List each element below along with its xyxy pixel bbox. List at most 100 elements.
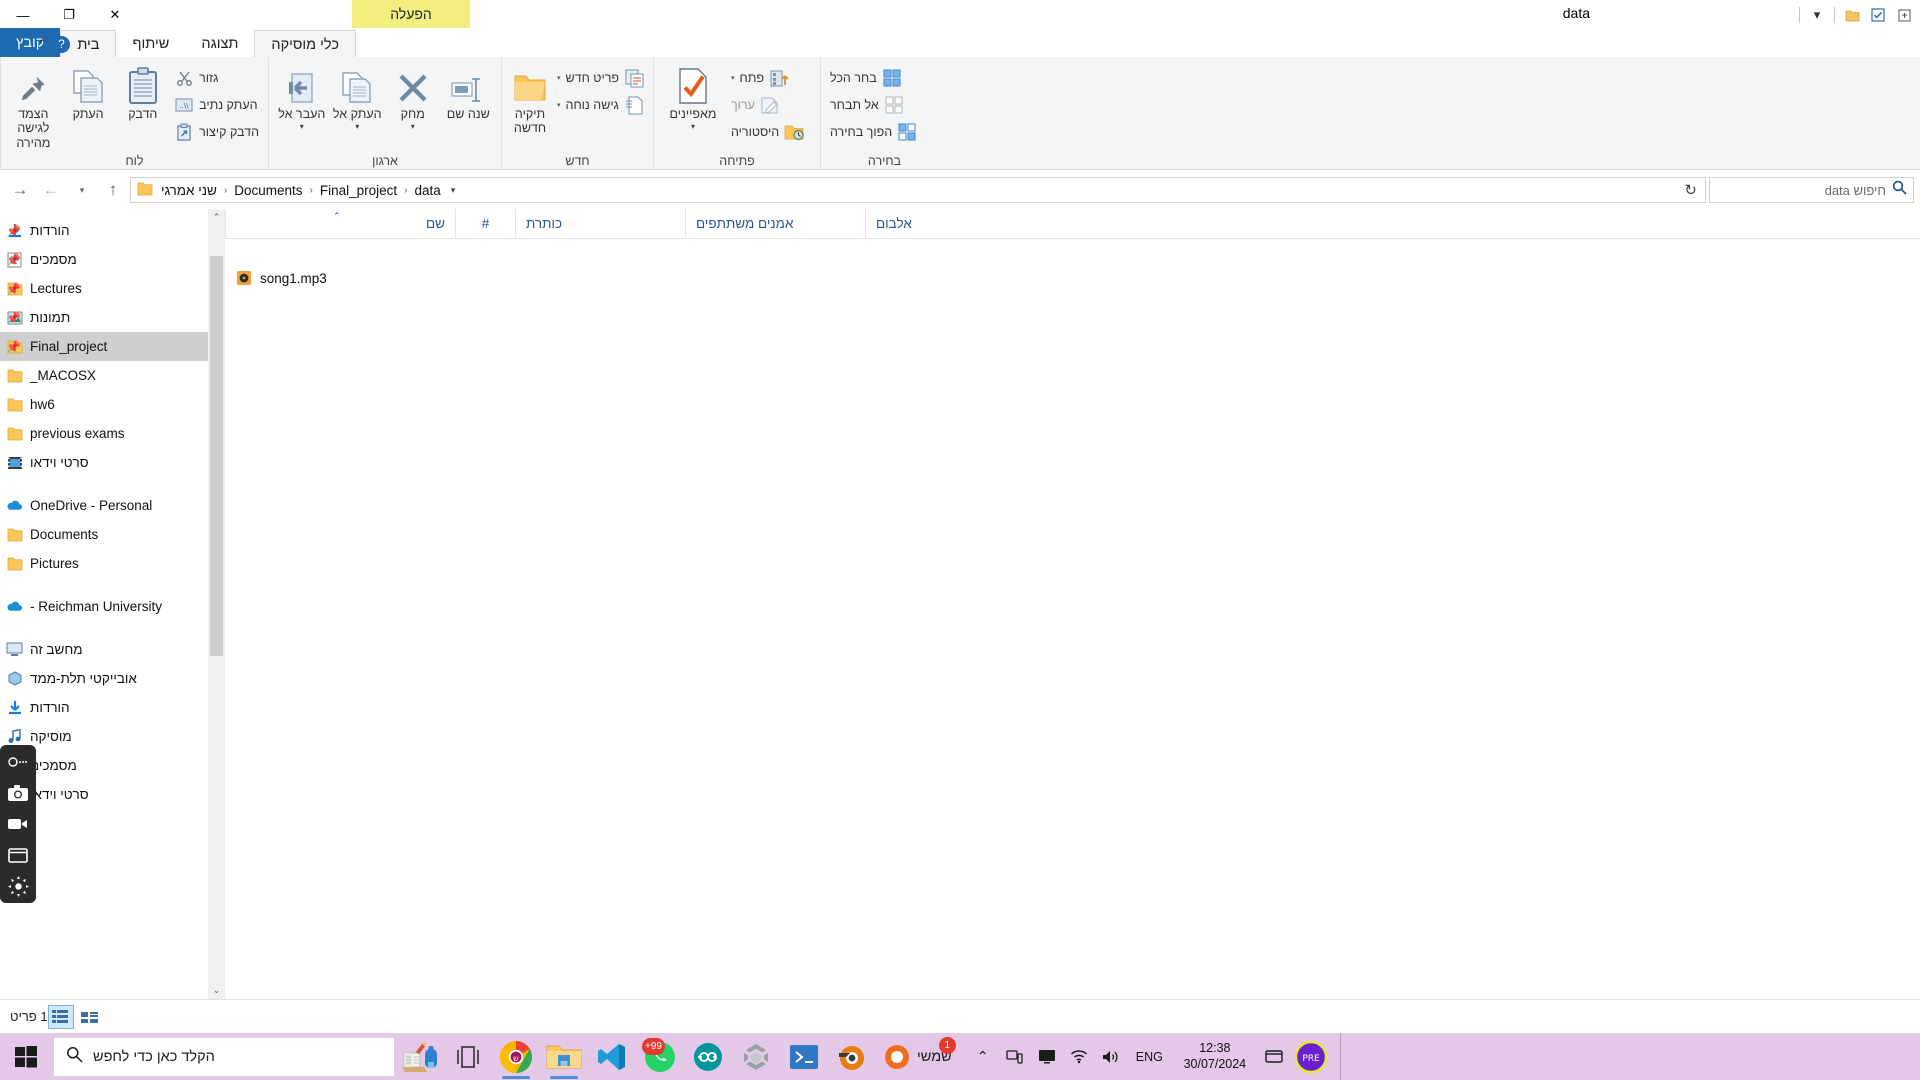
open-button[interactable]: ▾ פתח (728, 66, 807, 90)
nav-item-onedrive-reichman[interactable]: Reichman University - (0, 592, 208, 621)
pin-icon[interactable]: 📌 (6, 282, 21, 296)
cut-button[interactable]: גזור (171, 66, 262, 90)
nav-item-documents[interactable]: מסמכים 📌 (0, 245, 208, 274)
column-header-title[interactable]: כותרת (515, 208, 685, 239)
network-icon[interactable] (1064, 1033, 1094, 1080)
easy-access-caret[interactable]: ▾ (557, 101, 561, 109)
pin-icon[interactable]: 📌 (6, 311, 21, 325)
address-field[interactable]: שני אמרגי ‹ Documents ‹ Final_project ‹ … (130, 177, 1706, 203)
nav-item-downloads-pc[interactable]: הורדות (0, 693, 208, 722)
rename-button[interactable]: שנה שם (442, 61, 496, 145)
nav-item-3d-objects[interactable]: אובייקטי תלת-ממד (0, 664, 208, 693)
nav-scroll-thumb[interactable] (210, 256, 223, 656)
select-all-button[interactable]: בחר הכל (827, 66, 920, 90)
move-to-caret[interactable]: ▾ (300, 123, 304, 131)
nav-item-hw6[interactable]: hw6 (0, 390, 208, 419)
delete-button[interactable]: מחק ▾ (386, 61, 440, 145)
nav-item-videos[interactable]: סרטי וידאו (0, 448, 208, 477)
nav-item-lectures[interactable]: Lectures 📌 (0, 274, 208, 303)
camera-icon[interactable] (5, 781, 31, 805)
show-desktop-button[interactable] (1333, 1033, 1341, 1080)
start-button[interactable] (0, 1033, 52, 1080)
taskbar-item-task-view[interactable] (444, 1033, 492, 1080)
back-button[interactable]: ← (37, 177, 65, 203)
minimize-button[interactable]: — (0, 0, 46, 30)
taskbar-item-terminal[interactable] (780, 1033, 828, 1080)
paste-shortcut-button[interactable]: הדבק קיצור (171, 120, 262, 144)
taskbar-item-vscode[interactable] (588, 1033, 636, 1080)
taskbar-item-whatsapp[interactable]: 99+ (636, 1033, 684, 1080)
select-none-button[interactable]: אל תבחר (827, 93, 920, 117)
edit-button[interactable]: ערוך (728, 93, 807, 117)
record-icon[interactable] (5, 750, 31, 774)
new-item-caret[interactable]: ▾ (557, 74, 561, 82)
copy-button[interactable]: העתק (62, 61, 115, 145)
new-item-button[interactable]: ▾ פריט חדש (554, 66, 647, 90)
volume-icon[interactable] (1096, 1033, 1126, 1080)
display-icon[interactable] (1032, 1033, 1062, 1080)
qat-folder-icon[interactable] (1840, 3, 1864, 27)
breadcrumb-sep-2[interactable]: ‹ (309, 185, 314, 196)
address-dropdown-caret[interactable]: ▾ (447, 185, 460, 196)
pin-icon[interactable]: 📌 (6, 253, 21, 267)
column-header-number[interactable]: # (455, 208, 515, 239)
language-indicator[interactable]: ENG (1128, 1050, 1171, 1064)
close-button[interactable]: ✕ (92, 0, 138, 30)
navigation-scrollbar[interactable]: ⌃ ⌄ (208, 209, 225, 999)
taskbar-item-arduino[interactable] (684, 1033, 732, 1080)
nav-item-final-project[interactable]: Final_project 📌 (0, 332, 208, 361)
taskbar-clock[interactable]: 12:38 30/07/2024 (1173, 1041, 1257, 1072)
tab-share[interactable]: שיתוף (116, 30, 185, 58)
taskbar-item-unity[interactable] (732, 1033, 780, 1080)
video-icon[interactable] (5, 812, 31, 836)
forward-button[interactable]: → (6, 177, 34, 203)
search-box[interactable]: חיפוש data (1709, 177, 1914, 203)
help-icon[interactable]: ? (53, 35, 70, 53)
taskbar-item-file-explorer[interactable] (540, 1033, 588, 1080)
copy-path-button[interactable]: \\.. העתק נתיב (171, 93, 262, 117)
nav-item-macosx[interactable]: MACOSX_ (0, 361, 208, 390)
pin-to-quick-access-button[interactable]: הצמד לגישה מהירה (7, 61, 60, 150)
nav-item-onedrive-pictures[interactable]: Pictures (0, 549, 208, 578)
nav-item-downloads[interactable]: הורדות 📌 (0, 216, 208, 245)
breadcrumb-data[interactable]: data (410, 183, 444, 198)
nav-item-this-pc[interactable]: מחשב זה (0, 635, 208, 664)
taskbar-item-chrome[interactable]: ש (492, 1033, 540, 1080)
nav-item-onedrive-documents[interactable]: Documents (0, 520, 208, 549)
nav-item-onedrive-personal[interactable]: OneDrive - Personal (0, 491, 208, 520)
qat-check-icon[interactable] (1866, 3, 1890, 27)
breadcrumb-documents[interactable]: Documents (230, 183, 306, 198)
collapse-ribbon-icon[interactable]: ⌃ (37, 37, 47, 51)
breadcrumb-sep-1[interactable]: ‹ (223, 185, 228, 196)
taskbar-search-box[interactable]: הקלד כאן כדי לחפש (54, 1037, 394, 1076)
tab-music-tools[interactable]: כלי מוסיקה (254, 30, 356, 58)
breadcrumb-user[interactable]: שני אמרגי (157, 183, 221, 198)
restore-button[interactable]: ❐ (46, 0, 92, 30)
devices-icon[interactable] (1000, 1033, 1030, 1080)
column-header-artists[interactable]: אמנים משתתפים (685, 208, 865, 239)
open-caret[interactable]: ▾ (731, 74, 735, 82)
search-input[interactable]: חיפוש data (1716, 183, 1886, 198)
settings-icon[interactable] (5, 874, 31, 898)
copy-to-caret[interactable]: ▾ (355, 123, 359, 131)
file-name-cell[interactable]: song1.mp3 (225, 270, 455, 287)
history-button[interactable]: היסטוריה (728, 120, 807, 144)
copy-to-button[interactable]: העתק אל ▾ (331, 61, 385, 145)
taskbar-item-notepad[interactable] (396, 1033, 444, 1080)
easy-access-button[interactable]: ▾ גישה נוחה (554, 93, 647, 117)
taskbar-item-meetings[interactable]: שמשי 1 (876, 1033, 960, 1080)
invert-selection-button[interactable]: הפוך בחירה (827, 120, 920, 144)
table-row[interactable]: song1.mp3 (225, 265, 1920, 291)
recent-locations-caret[interactable]: ▾ (68, 177, 96, 203)
premiere-icon[interactable]: PRE (1291, 1033, 1331, 1080)
properties-button[interactable]: מאפיינים ▾ (660, 61, 726, 145)
taskbar-item-blender[interactable] (828, 1033, 876, 1080)
nav-scroll-up-icon[interactable]: ⌃ (208, 209, 225, 226)
qat-more-icon[interactable] (1892, 3, 1916, 27)
tray-chevron-icon[interactable]: ⌃ (968, 1033, 998, 1080)
notification-icon[interactable] (1259, 1033, 1289, 1080)
nav-item-pictures[interactable]: תמונות 📌 (0, 303, 208, 332)
column-header-album[interactable]: אלבום (865, 208, 1045, 239)
properties-caret[interactable]: ▾ (691, 123, 695, 131)
new-folder-button[interactable]: תיקיה חדשה (508, 61, 552, 145)
